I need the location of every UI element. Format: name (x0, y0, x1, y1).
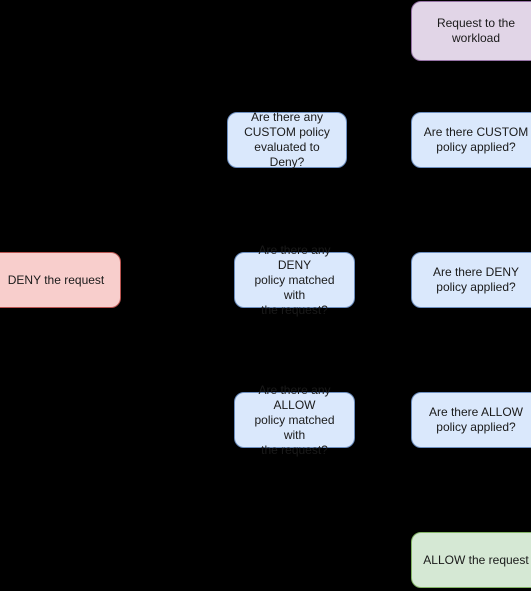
node-label: Are there any DENY policy matched with t… (254, 242, 335, 317)
node-deny-the-request[interactable]: DENY the request (0, 252, 121, 308)
node-are-there-custom-policy-applied[interactable]: Are there CUSTOM policy applied? (411, 112, 531, 168)
node-label: Are there ALLOW policy applied? (428, 405, 524, 434)
node-are-there-allow-policy-applied[interactable]: Are there ALLOW policy applied? (411, 392, 531, 448)
node-request-to-workload[interactable]: Request to the workload (411, 1, 531, 61)
node-label: ALLOW the request (423, 552, 529, 567)
node-are-there-any-custom-policy-evaluated-to-deny[interactable]: Are there any CUSTOM policy evaluated to… (227, 110, 347, 169)
node-label: Are there any CUSTOM policy evaluated to… (244, 110, 330, 169)
node-are-there-any-allow-policy-matched[interactable]: Are there any ALLOW policy matched with … (234, 383, 355, 457)
node-label: Are there any ALLOW policy matched with … (254, 382, 335, 457)
node-label: DENY the request (7, 272, 105, 287)
node-label: Are there DENY policy applied? (432, 265, 520, 294)
node-label: Request to the workload (436, 16, 516, 45)
node-label: Are there CUSTOM policy applied? (423, 125, 529, 154)
node-are-there-deny-policy-applied[interactable]: Are there DENY policy applied? (411, 252, 531, 308)
node-allow-the-request[interactable]: ALLOW the request (411, 532, 531, 588)
diagram-canvas: Request to the workload Are there CUSTOM … (0, 0, 531, 591)
node-are-there-any-deny-policy-matched[interactable]: Are there any DENY policy matched with t… (234, 243, 355, 317)
